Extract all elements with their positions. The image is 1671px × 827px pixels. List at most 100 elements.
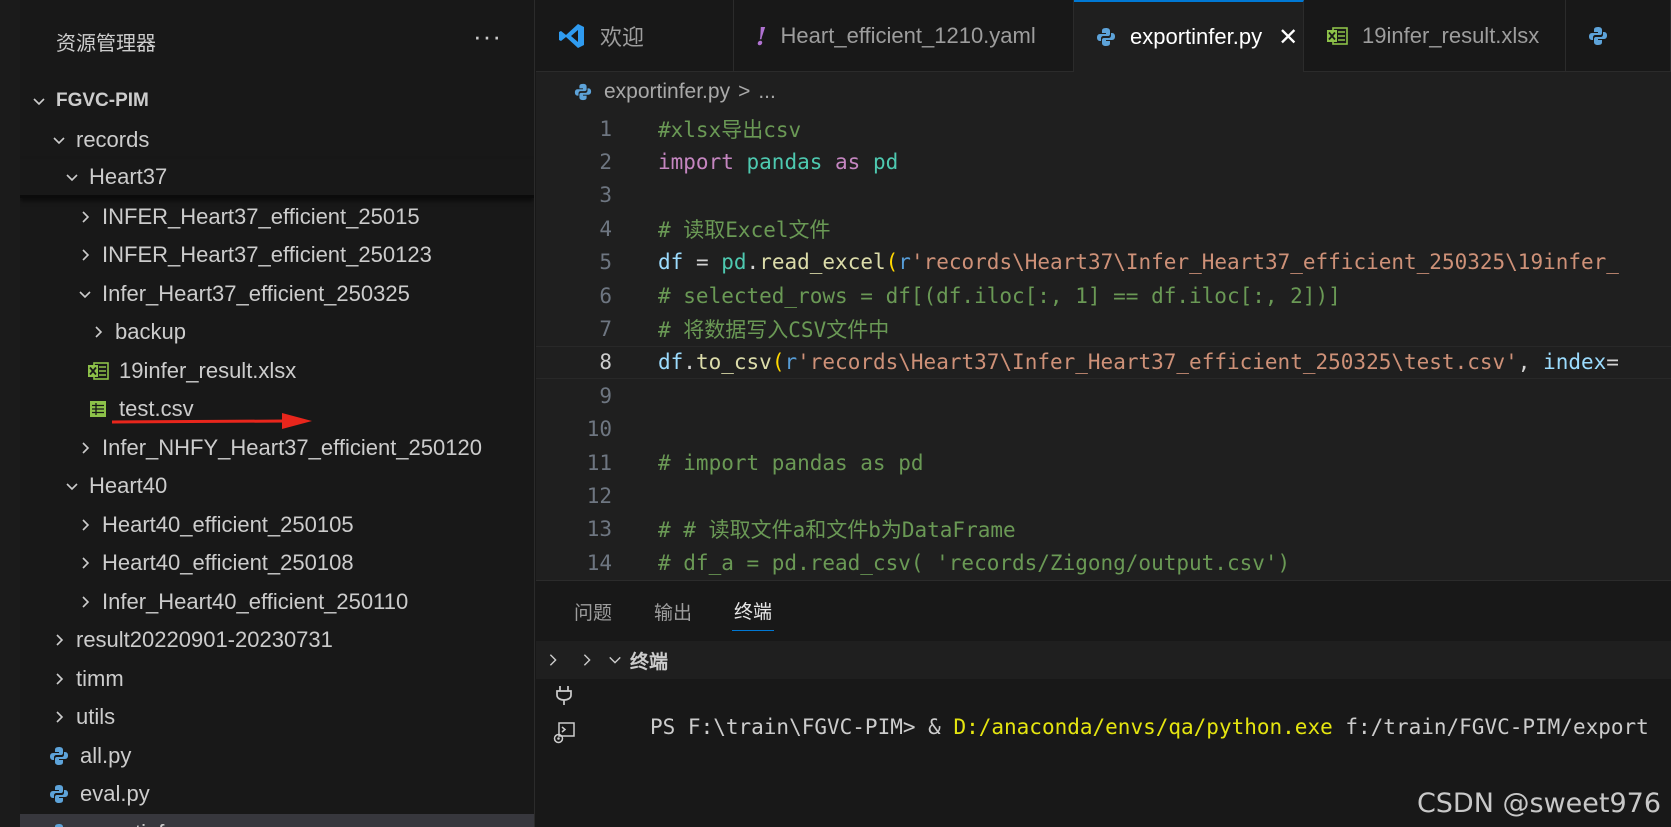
tree-folder-item[interactable]: INFER_Heart37_efficient_250123 [20,236,534,275]
code-line[interactable]: 11 # import pandas as pd [536,446,1671,479]
code-token: = [1606,350,1619,375]
python-icon [1096,27,1116,47]
chevron-right-icon [74,514,96,536]
chevron-right-icon [48,668,70,690]
code-line[interactable]: 7 # 将数据写入CSV文件中 [536,312,1671,345]
tree-item-label: Heart40_efficient_250105 [102,511,354,537]
terminal-prompt: PS F:\train\FGVC-PIM> & [650,715,954,739]
code-token: . [683,350,696,375]
breadcrumb-separator: > [738,80,751,103]
tree-folder-item[interactable]: records [20,121,534,160]
code-token: ( [771,350,785,375]
code-token: df [658,250,684,275]
code-line[interactable]: 3 [536,179,1671,212]
code-text: import pandas as pd [612,150,898,174]
tab-label: 欢迎 [600,25,645,50]
tree-item-label: 19infer_result.xlsx [119,357,297,383]
tree-folder-item[interactable]: result20220901-20230731 [20,621,534,660]
tree-folder-item[interactable]: backup [20,313,534,352]
code-token: # df_a = pd.read_csv( 'records/Zigong/ou… [658,550,1291,575]
code-token: . [746,250,760,275]
line-number: 10 [586,417,612,442]
csv-icon [87,398,109,420]
chevron-right-icon [87,321,109,343]
code-text: df.to_csv(r'records\Heart37\Infer_Heart3… [612,350,1619,374]
code-line[interactable]: 8 df.to_csv(r'records\Heart37\Infer_Heart… [536,345,1671,380]
tree-folder-item[interactable]: Heart37 [20,159,534,198]
tree-item-label: all.py [80,742,132,768]
tree-item-label: Infer_Heart37_efficient_250325 [102,280,410,306]
terminal-command-icon[interactable] [552,721,576,745]
tree-folder-item[interactable]: Heart40_efficient_250108 [20,544,534,583]
chevron-right-icon [74,591,96,613]
chevron-right-icon [74,552,96,574]
chevron-right-icon [48,706,70,728]
code-line[interactable]: 4 # 读取Excel文件 [536,212,1671,245]
code-line[interactable]: 13 # # 读取文件a和文件b为DataFrame [536,513,1671,546]
panel-tab[interactable]: 输出 [652,592,694,631]
tree-item-label: utils [76,704,116,730]
tab-1[interactable]: 欢迎 [536,0,734,72]
tree-item-label: result20220901-20230731 [76,627,333,653]
code-text: # import pandas as pd [612,451,924,475]
tree-folder-item[interactable]: timm [20,660,534,699]
code-text: # selected_rows = df[(df.iloc[:, 1] == d… [612,284,1341,308]
code-line[interactable]: 2 import pandas as pd [536,145,1671,178]
code-editor[interactable]: 1 #xlsx导出csv 2 import pandas as pd 3 4 # 读取Exc… [536,112,1671,578]
tab-3[interactable]: exportinfer.py ✕ [1074,0,1304,72]
code-token: to_csv [695,350,772,375]
panel-tab[interactable]: 终端 [732,591,775,631]
code-text: # df_a = pd.read_csv( 'records/Zigong/ou… [612,551,1290,575]
line-number: 7 [599,317,612,342]
line-number: 5 [599,250,612,275]
more-actions-icon[interactable]: ··· [473,23,502,49]
chevron-right-icon[interactable] [570,653,604,667]
code-line[interactable]: 12 [536,479,1671,512]
panel-tabs: 问题 输出 终端 [536,581,1671,641]
code-text: #xlsx导出csv [612,114,801,144]
close-icon[interactable]: ✕ [1278,23,1298,52]
tree-folder-item[interactable]: Heart40_efficient_250105 [20,506,534,545]
tree-file-item[interactable]: 19infer_result.xlsx [20,352,534,391]
breadcrumb-file[interactable]: exportinfer.py [604,80,730,104]
tree-item-label: INFER_Heart37_efficient_25015 [102,203,420,229]
code-line[interactable]: 9 [536,379,1671,412]
chevron-down-icon[interactable] [604,653,626,667]
code-line[interactable]: 14 # df_a = pd.read_csv( 'records/Zigong/… [536,546,1671,579]
red-annotation-arrow [112,413,312,429]
code-token: index [1543,350,1607,375]
code-line[interactable]: 6 # selected_rows = df[(df.iloc[:, 1] == … [536,279,1671,312]
tree-file-item[interactable]: exportinfer.py [20,813,534,827]
code-line[interactable]: 5 df = pd.read_excel(r'records\Heart37\In… [536,246,1671,279]
plug-icon[interactable] [552,683,576,707]
code-text: # 将数据写入CSV文件中 [612,314,889,344]
yaml-exclamation-icon: ! [756,21,767,51]
terminal-command-line: PS F:\train\FGVC-PIM> & D:/anaconda/envs… [650,715,1649,739]
code-token: = [683,250,722,275]
tree-root-label: FGVC-PIM [56,90,149,112]
panel-tab[interactable]: 问题 [572,592,614,631]
tree-folder-item[interactable]: INFER_Heart37_efficient_25015 [20,198,534,237]
tree-root-folder[interactable]: FGVC-PIM [20,82,534,121]
tab-4[interactable]: 19infer_result.xlsx [1304,0,1566,72]
tree-folder-item[interactable]: Infer_NHFY_Heart37_efficient_250120 [20,429,534,468]
chevron-right-icon[interactable] [536,653,570,667]
code-line[interactable]: 1 #xlsx导出csv [536,112,1671,145]
breadcrumb-symbols[interactable]: ... [758,80,776,104]
tree-folder-item[interactable]: Infer_Heart40_efficient_250110 [20,583,534,622]
tree-item-label: Infer_Heart40_efficient_250110 [102,588,409,614]
tab-overflow[interactable] [1566,0,1671,72]
code-text: # 读取Excel文件 [612,214,831,244]
tree-file-item[interactable]: all.py [20,737,534,776]
tree-folder-item[interactable]: Infer_Heart37_efficient_250325 [20,275,534,314]
code-token: pd [872,150,899,175]
tree-file-item[interactable]: eval.py [20,775,534,814]
tree-folder-item[interactable]: utils [20,698,534,737]
line-number: 6 [599,283,612,308]
terminal-gutter [536,679,614,827]
code-line[interactable]: 10 [536,413,1671,446]
chevron-right-icon [48,629,70,651]
tree-folder-item[interactable]: Heart40 [20,467,534,506]
line-number: 4 [599,216,612,241]
tab-2[interactable]: ! Heart_efficient_1210.yaml [734,0,1074,72]
